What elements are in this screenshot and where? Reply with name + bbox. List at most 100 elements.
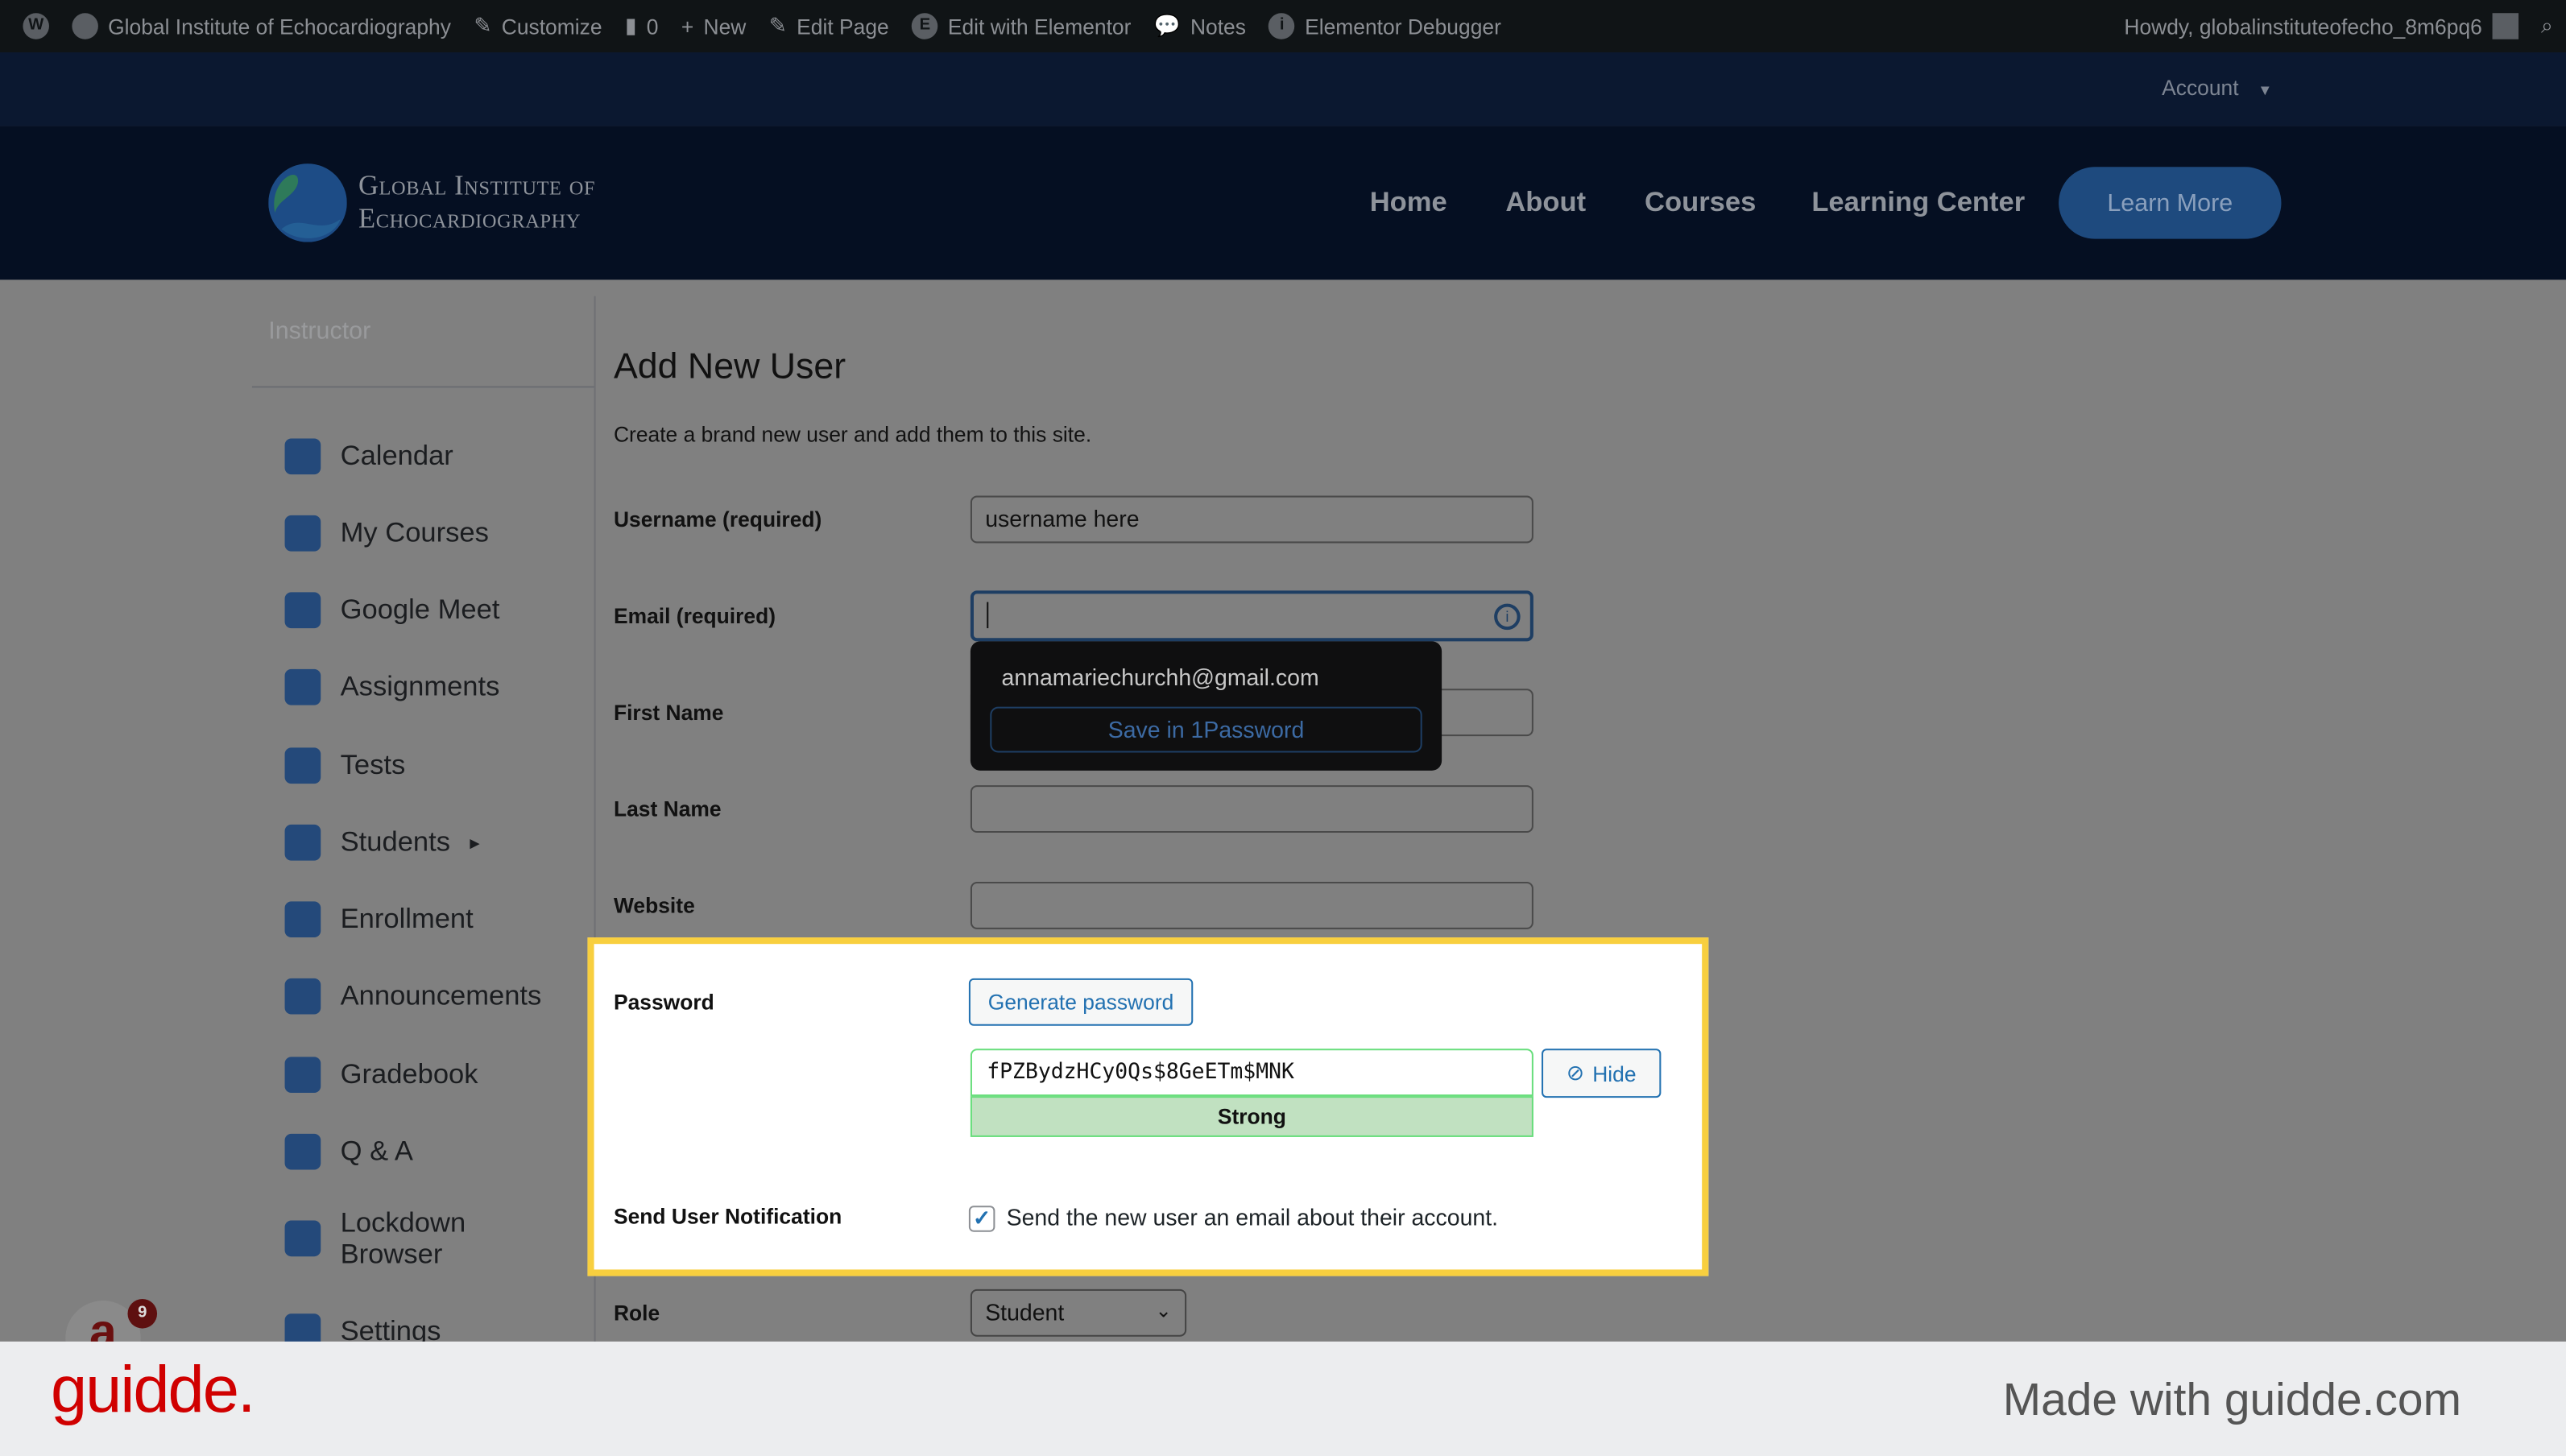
sidebar-divider <box>251 386 594 388</box>
guidde-footer: guidde. Made with guidde.com <box>0 1341 2566 1456</box>
last-name-input[interactable] <box>970 785 1533 833</box>
howdy-link[interactable]: Howdy, globalinstituteofecho_8m6pq6 <box>2124 13 2518 39</box>
notes-label: Notes <box>1190 14 1246 39</box>
site-logo-icon[interactable] <box>268 163 347 242</box>
nav-home[interactable]: Home <box>1370 187 1447 220</box>
logo-line-1: Global Institute of <box>358 170 596 201</box>
new-label: New <box>703 14 747 39</box>
password-label: Password <box>613 990 714 1015</box>
logo-line-2: Echocardiography <box>358 202 581 234</box>
made-with-text: Made with guidde.com <box>2002 1374 2461 1425</box>
guidde-logo: guidde. <box>50 1355 255 1427</box>
sidebar-item-enrollment[interactable]: Enrollment <box>284 901 474 938</box>
sidebar-item-q-a[interactable]: Q & A <box>284 1133 413 1170</box>
pencil-icon: ✎ <box>768 13 787 38</box>
admin-bar: W Global Institute of Echocardiography ✎… <box>0 0 2566 53</box>
sidebar-item-announcements[interactable]: Announcements <box>284 978 541 1015</box>
email-label: Email (required) <box>613 603 776 629</box>
page-description: Create a brand new user and add them to … <box>613 422 1092 447</box>
assignments-icon <box>284 668 321 705</box>
notes-link[interactable]: 💬 Notes <box>1154 13 1246 39</box>
graduation-cap-icon <box>284 824 321 861</box>
sidebar-item-label: Gradebook <box>340 1058 478 1090</box>
hide-label: Hide <box>1592 1061 1637 1086</box>
learn-more-button[interactable]: Learn More <box>2059 167 2282 239</box>
dashboard-icon <box>72 13 98 39</box>
page-title: Add New User <box>613 345 846 387</box>
comment-icon: ▮ <box>624 13 637 38</box>
first-name-label: First Name <box>613 700 724 725</box>
nav-about[interactable]: About <box>1505 187 1586 220</box>
sidebar-item-assignments[interactable]: Assignments <box>284 668 500 705</box>
save-1password-button[interactable]: Save in 1Password <box>990 706 1422 753</box>
autofill-popup: annamariechurchh@gmail.com Save in 1Pass… <box>970 641 1442 771</box>
wordpress-logo-icon[interactable]: W <box>23 13 49 39</box>
megaphone-icon <box>284 978 321 1015</box>
howdy-text: Howdy, globalinstituteofecho_8m6pq6 <box>2124 14 2482 39</box>
sidebar-item-my-courses[interactable]: My Courses <box>284 515 489 552</box>
sidebar-item-google-meet[interactable]: Google Meet <box>284 592 499 629</box>
speech-bubble-icon: 💬 <box>1153 13 1181 38</box>
avatar <box>2492 13 2518 39</box>
customize-label: Customize <box>501 14 602 39</box>
edit-page-label: Edit Page <box>797 14 889 39</box>
plus-icon: + <box>681 14 694 39</box>
notification-checkbox[interactable]: ✓ <box>968 1206 995 1232</box>
sidebar-item-label: Assignments <box>340 670 500 702</box>
edit-page-link[interactable]: ✎ Edit Page <box>769 13 889 39</box>
autofill-email-option[interactable]: annamariechurchh@gmail.com <box>1002 664 1319 691</box>
caret-down-icon: ▼ <box>2258 81 2273 98</box>
last-name-label: Last Name <box>613 796 722 821</box>
website-label: Website <box>613 893 695 918</box>
info-icon: i <box>1269 13 1295 39</box>
role-select[interactable]: Student ⌄ <box>970 1288 1187 1337</box>
site-name-link[interactable]: Global Institute of Echocardiography <box>72 13 451 39</box>
sidebar-item-label: Enrollment <box>340 903 474 934</box>
lock-icon <box>284 1220 321 1257</box>
notification-text: Send the new user an email about their a… <box>1006 1204 1499 1231</box>
generate-password-button[interactable]: Generate password <box>968 978 1194 1026</box>
tests-icon <box>284 747 321 784</box>
qa-icon <box>284 1133 321 1170</box>
hide-password-button[interactable]: ⊘ Hide <box>1542 1049 1662 1098</box>
nav-learning-center[interactable]: Learning Center <box>1811 187 2025 220</box>
account-bar: Account ▼ <box>0 52 2566 126</box>
site-logo-text: Global Institute of Echocardiography <box>358 170 595 235</box>
brush-icon: ✎ <box>474 13 492 38</box>
sidebar-item-label: Tests <box>340 749 406 781</box>
gradebook-icon <box>284 1057 321 1094</box>
1password-icon[interactable]: i <box>1494 603 1521 631</box>
caret-right-icon[interactable]: ▸ <box>470 831 479 854</box>
sidebar-item-lockdown-browser[interactable]: Lockdown Browser <box>284 1207 504 1269</box>
username-label: Username (required) <box>613 507 822 532</box>
email-input[interactable]: i <box>970 590 1533 642</box>
calendar-icon <box>284 438 321 475</box>
new-link[interactable]: + New <box>681 14 746 38</box>
comments-link[interactable]: ▮ 0 <box>625 13 658 39</box>
sidebar-item-label: Calendar <box>340 440 453 472</box>
website-input[interactable] <box>970 881 1533 929</box>
sidebar-item-label: Q & A <box>340 1135 413 1167</box>
username-input[interactable]: username here <box>970 495 1533 544</box>
sidebar-item-calendar[interactable]: Calendar <box>284 438 453 475</box>
sidebar-item-tests[interactable]: Tests <box>284 747 406 784</box>
sidebar-item-students[interactable]: Students ▸ <box>284 824 480 861</box>
nav-courses[interactable]: Courses <box>1645 187 1756 220</box>
text-cursor <box>987 602 989 629</box>
sidebar-item-gradebook[interactable]: Gradebook <box>284 1057 478 1094</box>
elementor-icon: E <box>912 13 938 39</box>
account-menu[interactable]: Account ▼ <box>2162 75 2272 99</box>
role-value: Student <box>985 1299 1065 1326</box>
password-strength-meter: Strong <box>970 1096 1533 1137</box>
rocket-icon <box>284 515 321 552</box>
user-icon <box>284 901 321 938</box>
role-label: Role <box>613 1301 660 1326</box>
chevron-down-icon: ⌄ <box>1155 1299 1172 1322</box>
customize-link[interactable]: ✎ Customize <box>474 13 602 39</box>
video-icon <box>284 592 321 629</box>
edit-elementor-link[interactable]: E Edit with Elementor <box>912 13 1131 39</box>
password-input[interactable]: fPZBydzHCy0Qs$8GeETm$MNK <box>970 1049 1533 1097</box>
search-icon[interactable]: ⌕ <box>2541 13 2553 39</box>
eye-slash-icon: ⊘ <box>1566 1060 1585 1085</box>
debugger-link[interactable]: i Elementor Debugger <box>1269 13 1501 39</box>
